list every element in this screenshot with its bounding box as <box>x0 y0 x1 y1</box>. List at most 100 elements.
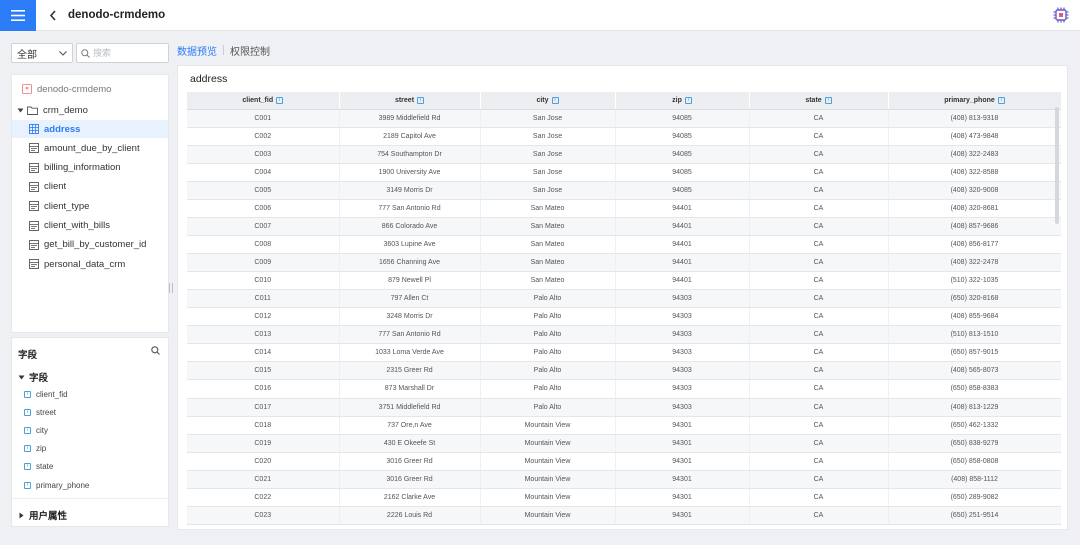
column-header-primary-phone[interactable]: primary_phone T <box>888 92 1061 110</box>
user-attributes-toggle[interactable]: 用户属性 <box>18 508 67 522</box>
table-row[interactable]: C018 737 Ore,n Ave Mountain View 94301 CA (65… <box>187 416 1061 435</box>
table-cell: C012 <box>187 307 340 327</box>
table-cell: C005 <box>187 181 340 200</box>
table-row[interactable]: C008 3603 Lupine Ave San Mateo 94401 CA (408)… <box>187 235 1061 255</box>
tree-item-amount-due-by-client[interactable]: amount_due_by_client <box>12 139 168 157</box>
table-row[interactable]: C005 3149 Morris Dr San Jose 94085 CA (408) 3… <box>187 181 1061 200</box>
tree-item-client[interactable]: client <box>12 178 168 196</box>
view-icon <box>28 239 39 250</box>
type-filter-select[interactable]: 全部 <box>11 43 73 63</box>
table-cell: Palo Alto <box>480 289 616 309</box>
tree-item-address[interactable]: address <box>12 120 168 138</box>
table-row[interactable]: C015 2315 Greer Rd Palo Alto 94303 CA (408) 5… <box>187 361 1061 381</box>
text-type-icon: T <box>824 96 832 104</box>
table-cell: C002 <box>187 127 340 146</box>
table-cell: 3016 Greer Rd <box>339 470 481 489</box>
field-item-primary-phone[interactable]: Tprimary_phone <box>24 478 89 492</box>
fields-divider <box>12 498 168 499</box>
caret-right-icon <box>19 512 24 518</box>
panel-resize-handle[interactable] <box>169 283 173 293</box>
table-row[interactable]: C011 797 Allen Ct Palo Alto 94303 CA (650) 32… <box>187 289 1061 309</box>
table-scrollbar-thumb[interactable] <box>1055 107 1059 224</box>
table-cell: 2189 Capitol Ave <box>339 127 481 146</box>
table-row[interactable]: C010 879 Newell Pl San Mateo 94401 CA (510) 3… <box>187 271 1061 291</box>
table-row[interactable]: C017 3751 Middlefield Rd Palo Alto 94303 CA(… <box>187 398 1061 417</box>
app-switch-button[interactable] <box>1052 6 1070 24</box>
column-header-state[interactable]: state T <box>749 92 889 110</box>
table-cell: (650) 838-9279 <box>888 434 1061 453</box>
tree-item-label: address <box>44 123 81 135</box>
tab-separator <box>223 45 224 55</box>
table-row[interactable]: C019 430 E Okeefe St Mountain View 94301 CA(… <box>187 434 1061 453</box>
view-icon <box>28 181 39 192</box>
fields-group-toggle[interactable]: 字段 <box>18 370 48 384</box>
column-header-client-fid[interactable]: client_fid T <box>187 92 340 110</box>
table-cell: 754 Southampton Dr <box>339 145 481 164</box>
column-header-street[interactable]: street T <box>339 92 481 110</box>
table-cell: (408) 320-8681 <box>888 199 1061 218</box>
tree-root-database[interactable]: * denodo-crmdemo <box>12 80 168 98</box>
table-cell: CA <box>749 325 889 345</box>
tree-item-get-bill-by-customer-id[interactable]: get_bill_by_customer_id <box>12 236 168 254</box>
table-cell: 3989 Middlefield Rd <box>339 109 481 128</box>
hamburger-menu-icon <box>11 9 25 21</box>
text-type-icon: T <box>24 481 31 489</box>
table-cell: San Jose <box>480 163 616 182</box>
table-cell: 94303 <box>615 379 750 399</box>
field-item-zip[interactable]: Tzip <box>24 442 46 456</box>
table-cell: San Mateo <box>480 235 616 255</box>
table-row[interactable]: C002 2189 Capitol Ave San Jose 94085 CA (408)… <box>187 127 1061 146</box>
tree-folder-crm-demo[interactable]: crm_demo <box>12 101 168 119</box>
table-cell: Mountain View <box>480 470 616 489</box>
field-item-label: street <box>36 407 57 417</box>
field-item-city[interactable]: Tcity <box>24 423 48 437</box>
back-button[interactable] <box>40 0 66 31</box>
column-header-zip[interactable]: zip T <box>615 92 750 110</box>
tree-item-client-type[interactable]: client_type <box>12 197 168 215</box>
table-row[interactable]: C012 3248 Morris Dr Palo Alto 94303 CA (408) … <box>187 307 1061 327</box>
table-row[interactable]: C013 777 San Antonio Rd Palo Alto 94303 CA (5… <box>187 325 1061 345</box>
table-row[interactable]: C022 2162 Clarke Ave Mountain View 94301 CA(… <box>187 488 1061 507</box>
table-row[interactable]: C009 1656 Channing Ave San Mateo 94401 CA (40… <box>187 253 1061 273</box>
menu-button[interactable] <box>0 0 36 31</box>
sidebar-search-bar: 全部 <box>11 43 169 63</box>
denodo-logo-icon: * <box>21 84 32 95</box>
table-cell: (650) 251-9514 <box>888 506 1061 525</box>
fields-search-button[interactable] <box>151 346 160 358</box>
table-row[interactable]: C014 1033 Loma Verde Ave Palo Alto 94303 CA(… <box>187 343 1061 363</box>
tree-item-personal-data-crm[interactable]: personal_data_crm <box>12 255 168 273</box>
field-item-state[interactable]: Tstate <box>24 460 53 474</box>
view-icon <box>28 220 39 231</box>
sidebar-search-input[interactable] <box>93 48 163 58</box>
table-row[interactable]: C001 3989 Middlefield Rd San Jose 94085 CA (4… <box>187 109 1061 128</box>
table-row[interactable]: C021 3016 Greer Rd Mountain View 94301 CA (40… <box>187 470 1061 489</box>
table-cell: C017 <box>187 398 340 417</box>
table-cell: (408) 473-9848 <box>888 127 1061 146</box>
table-cell: CA <box>749 470 889 489</box>
table-row[interactable]: C003 754 Southampton Dr San Jose 94085 CA (40… <box>187 145 1061 164</box>
table-cell: CA <box>749 289 889 309</box>
table-row[interactable]: C023 2226 Louis Rd Mountain View 94301 CA (65… <box>187 506 1061 525</box>
table-cell: San Mateo <box>480 253 616 273</box>
table-cell: (408) 322-8588 <box>888 163 1061 182</box>
caret-down-icon <box>17 108 24 112</box>
tree-item-client-with-bills[interactable]: client_with_bills <box>12 217 168 235</box>
field-item-street[interactable]: Tstreet <box>24 405 56 419</box>
column-header-city[interactable]: city T <box>480 92 616 110</box>
table-row[interactable]: C020 3016 Greer Rd Mountain View 94301 CA (65… <box>187 452 1061 471</box>
text-type-icon: T <box>24 426 31 434</box>
table-cell: 737 Ore,n Ave <box>339 416 481 435</box>
view-title: address <box>190 73 228 85</box>
tree-item-billing-information[interactable]: billing_information <box>12 159 168 177</box>
field-item-client-fid[interactable]: Tclient_fid <box>24 387 68 401</box>
text-type-icon: T <box>417 96 425 104</box>
tab-permissions[interactable]: 权限控制 <box>230 43 270 58</box>
table-cell: (650) 858-8383 <box>888 379 1061 399</box>
table-row[interactable]: C007 866 Colorado Ave San Mateo 94401 CA (408… <box>187 217 1061 236</box>
table-row[interactable]: C016 873 Marshall Dr Palo Alto 94303 CA (650)… <box>187 379 1061 399</box>
table-cell: 94401 <box>615 271 750 291</box>
table-row[interactable]: C004 1900 University Ave San Jose 94085 CA (4… <box>187 163 1061 182</box>
table-row[interactable]: C006 777 San Antonio Rd San Mateo 94401 CA (4… <box>187 199 1061 218</box>
tab-data-preview[interactable]: 数据预览 <box>177 43 217 58</box>
table-cell: C009 <box>187 253 340 273</box>
